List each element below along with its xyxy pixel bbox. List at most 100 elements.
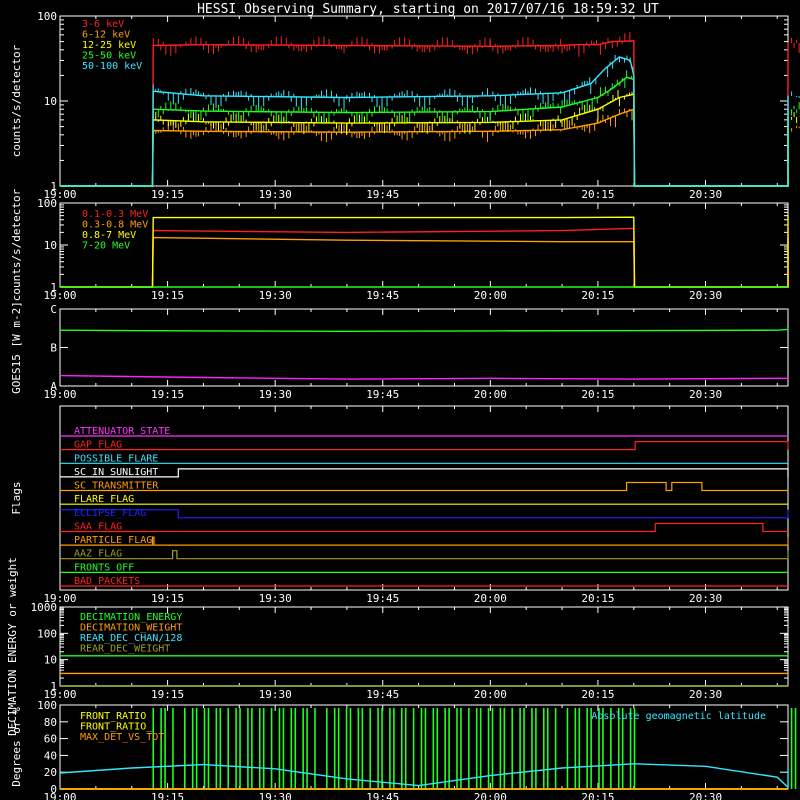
p6-ytick-label: 100 [37,699,57,712]
p1-xtick-label: 20:30 [689,188,722,201]
summary-chart: HESSI Observing Summary, starting on 201… [6,2,800,800]
p6-xtick-label: 19:00 [43,791,76,800]
p2-ytick-label: 1 [50,281,57,294]
p5-legend-rear-dec-weight: REAR_DEC_WEIGHT [80,644,170,655]
p2-series-0-1-0-3-mev [60,227,789,288]
p4-xtick-label: 20:30 [689,592,722,605]
p6-ytick-label: 0 [50,783,57,796]
p6-ytick-label: 20 [44,766,57,779]
p1-legend-50-100-kev: 50-100 keV [82,61,142,72]
p5-xtick-label: 20:00 [474,688,507,701]
p3-xtick-label: 20:30 [689,388,722,401]
p1-ytick-label: 100 [37,10,57,23]
p5-ytick-label: 10 [44,654,57,667]
p2-xtick-label: 19:30 [259,289,292,302]
p2-xtick-label: 20:30 [689,289,722,302]
p1-ylabel: counts/s/detector [10,44,23,157]
p6-ytick-label: 80 [44,716,57,729]
p2-legend-0-1-0-3-mev: 0.1-0.3 MeV [82,209,148,220]
p4-flag-line-particle-flag [60,536,789,546]
p5-ytick-label: 1 [50,680,57,693]
p4-flag-label-particle-flag: PARTICLE_FLAG [74,535,152,546]
p1-frame [59,15,789,187]
p3-ytick-label: C [50,303,57,316]
p1-legend-3-6-kev: 3-6 keV [82,19,124,30]
p6-legend-front-ratio: FRONT_RATIO_ [80,722,153,733]
chart-title: HESSI Observing Summary, starting on 201… [197,2,659,17]
p4-flag-line-saa-flag [60,522,788,533]
p5-xtick-label: 19:30 [259,688,292,701]
p5-xtick-label: 20:30 [689,688,722,701]
p2-series-0-8-7-mev [60,215,789,288]
p4-flag-label-flare-flag: FLARE_FLAG [74,494,134,505]
p1-ytick-label: 1 [50,180,57,193]
p2-xtick-label: 19:45 [366,289,399,302]
p4-flag-label-saa-flag: SAA_FLAG [74,521,122,532]
p2-xtick-label: 20:00 [474,289,507,302]
p3-frame [59,308,789,387]
p1-series-50-100-kev [60,56,789,187]
p5-legend-rear-dec-chan-128: REAR_DEC_CHAN/128 [80,633,182,644]
p1-xtick-label: 19:15 [151,188,184,201]
p6-series-absolute-geomagnetic-latitude [59,763,789,789]
p2-legend-0-3-0-8-mev: 0.3-0.8 MeV [82,220,148,231]
p1-legend-12-25-kev: 12-25 keV [82,40,136,51]
p2-legend-0-8-7-mev: 0.8-7 MeV [82,230,136,241]
p5-ytick-label: 1000 [31,601,58,614]
p2-ytick-label: 10 [44,239,57,252]
p3-xtick-label: 19:15 [151,388,184,401]
p1-xtick-label: 19:45 [366,188,399,201]
p3-ylabel: GOES15 [W m-2] [10,301,23,394]
p3-xtick-label: 20:00 [474,388,507,401]
p3-series-goes-1-8-a [59,328,789,332]
p4-flag-label-gap-flag: GAP_FLAG [74,440,122,451]
p3-xtick-label: 19:00 [43,388,76,401]
p4-flag-label-possible-flare: POSSIBLE_FLARE [74,453,158,464]
p5-ytick-label: 100 [37,627,57,640]
p1-xtick-label: 20:00 [474,188,507,201]
p4-flag-label-fronts-off: FRONTS_OFF [74,562,134,573]
p5-legend-decimation-energy: DECIMATION_ENERGY [80,612,182,623]
p5-legend-decimation-weight: DECIMATION_WEIGHT [80,623,182,634]
p3-xtick-label: 19:30 [259,388,292,401]
p6-xtick-label: 20:30 [689,791,722,800]
p2-ytick-label: 100 [37,197,57,210]
p2-xtick-label: 20:15 [581,289,614,302]
p4-xtick-label: 19:30 [259,592,292,605]
p4-flag-line-gap-flag [60,441,789,451]
p3-ytick-label: B [50,342,57,355]
p4-ylabel: Flags [10,481,23,514]
p6-xtick-label: 19:45 [366,791,399,800]
p6-xtick-label: 19:30 [259,791,292,800]
p3-series-goes-0-5-4-a [59,374,788,380]
p4-flag-label-aaz-flag: AAZ_FLAG [74,549,122,560]
p4-flag-label-sc-transmitter: SC_TRANSMITTER [74,481,159,492]
p4-flag-line-eclipse-flag [60,509,789,519]
p1-xtick-label: 19:30 [259,188,292,201]
hessi-observing-summary: HESSI Observing Summary, starting on 201… [0,0,800,800]
p6-xtick-label: 20:15 [581,791,614,800]
p1-legend-25-50-kev: 25-50 keV [82,51,136,62]
p3-xtick-label: 20:15 [581,388,614,401]
p6-legend-max-det-vs-tot: MAX_DET_VS_TOT [80,732,164,743]
p4-xtick-label: 19:15 [151,592,184,605]
p4-flag-line-aaz-flag [60,550,789,560]
p5-xtick-label: 19:45 [366,688,399,701]
p1-series-12-25-kev [60,93,789,187]
p4-flag-line-sc-transmitter [60,481,788,492]
p4-flag-label-attenuator-state: ATTENUATOR_STATE [74,426,170,437]
p5-xtick-label: 19:15 [151,688,184,701]
p1-series-3-6-kev [60,40,789,187]
p6-ytick-label: 40 [44,749,57,762]
p4-flag-label-bad-packets: BAD_PACKETS [74,576,140,587]
p2-series-0-3-0-8-mev [60,236,789,288]
p1-xtick-label: 20:15 [581,188,614,201]
p1-legend-6-12-kev: 6-12 keV [82,30,130,41]
p5-xtick-label: 20:15 [581,688,614,701]
p6-xtick-label: 19:15 [151,791,184,800]
p2-ylabel: counts/s/detector [10,188,23,301]
p6-ylabel: Degrees or % [10,707,23,787]
p4-flag-label-sc-in-sunlight: SC_IN_SUNLIGHT [74,467,158,478]
p2-xtick-label: 19:00 [43,289,76,302]
p4-xtick-label: 20:00 [474,592,507,605]
